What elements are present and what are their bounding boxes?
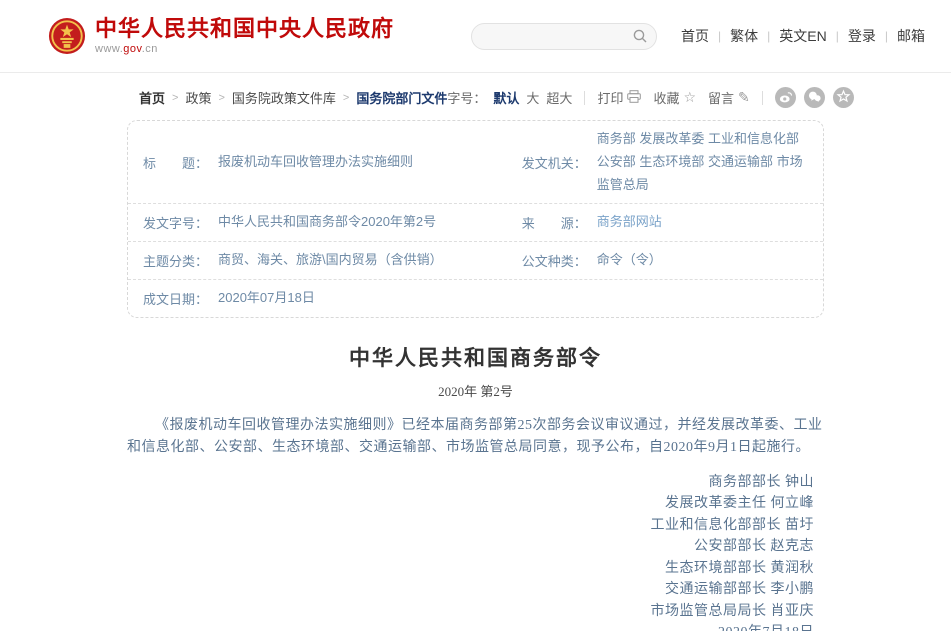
- signature-line: 生态环境部部长 黄润秋: [127, 558, 814, 580]
- site-header: 中华人民共和国中央人民政府 www.gov.cn 首页| 繁体| 英文EN| 登…: [0, 0, 951, 73]
- pencil-icon: ✎: [738, 89, 750, 106]
- document-body: 中华人民共和国商务部令 2020年 第2号 《报废机动车回收管理办法实施细则》已…: [127, 342, 824, 631]
- national-emblem-icon: [48, 17, 86, 55]
- table-row: 主题分类： 商贸、海关、旅游\国内贸易（含供销） 公文种类： 命令（令）: [128, 241, 823, 279]
- nav-link-english[interactable]: 英文EN: [779, 26, 826, 46]
- chevron-right-icon: >: [218, 92, 224, 104]
- weibo-icon: [778, 89, 793, 107]
- breadcrumb: 首页 > 政策 > 国务院政策文件库 > 国务院部门文件: [139, 88, 447, 107]
- breadcrumb-department-documents[interactable]: 国务院部门文件: [356, 88, 447, 107]
- meta-value-topic-category: 商贸、海关、旅游\国内贸易（含供销）: [218, 249, 443, 272]
- breadcrumb-policy[interactable]: 政策: [185, 88, 211, 107]
- signature-date: 2020年7月18日: [127, 622, 814, 631]
- site-logo[interactable]: 中华人民共和国中央人民政府 www.gov.cn: [48, 17, 394, 55]
- nav-link-home[interactable]: 首页: [681, 26, 709, 46]
- meta-label-issue-date: 成文日期：: [143, 289, 208, 308]
- wechat-icon: [807, 89, 822, 107]
- more-share-button[interactable]: [833, 87, 854, 108]
- signature-line: 市场监管总局局长 肖亚庆: [127, 601, 814, 623]
- meta-value-issue-date: 2020年07月18日: [218, 287, 315, 310]
- favorite-button[interactable]: 收藏 ☆: [653, 88, 696, 107]
- signature-line: 公安部部长 赵克志: [127, 536, 814, 558]
- wechat-share-button[interactable]: [804, 87, 825, 108]
- meta-label-doc-type: 公文种类：: [522, 251, 587, 270]
- comment-button[interactable]: 留言 ✎: [708, 88, 750, 107]
- document-meta-table: 标 题： 报废机动车回收管理办法实施细则 发文机关： 商务部 发展改革委 工业和…: [127, 120, 824, 318]
- signature-block: 商务部部长 钟山 发展改革委主任 何立峰 工业和信息化部部长 苗圩 公安部部长 …: [127, 472, 824, 631]
- doc-title: 中华人民共和国商务部令: [127, 342, 824, 372]
- meta-value-doc-number: 中华人民共和国商务部令2020年第2号: [218, 211, 436, 234]
- table-row: 发文字号： 中华人民共和国商务部令2020年第2号 来 源： 商务部网站: [128, 203, 823, 241]
- share-star-icon: [836, 89, 851, 107]
- chevron-right-icon: >: [343, 92, 349, 104]
- meta-label-source: 来 源：: [522, 213, 587, 232]
- printer-icon: [627, 90, 641, 106]
- signature-line: 交通运输部部长 李小鹏: [127, 579, 814, 601]
- search-icon[interactable]: [632, 28, 648, 49]
- chevron-right-icon: >: [172, 92, 178, 104]
- fontsize-xlarge[interactable]: 超大: [546, 88, 572, 107]
- signature-line: 商务部部长 钟山: [127, 472, 814, 494]
- nav-link-mail[interactable]: 邮箱: [897, 26, 925, 46]
- fontsize-control: 字号： 默认 大 超大: [447, 88, 572, 107]
- search-input[interactable]: [471, 23, 657, 50]
- breadcrumb-policy-library[interactable]: 国务院政策文件库: [232, 88, 336, 107]
- print-button[interactable]: 打印: [597, 88, 641, 107]
- site-title: 中华人民共和国中央人民政府: [95, 17, 394, 41]
- search-box: [471, 23, 657, 50]
- divider: [762, 91, 763, 105]
- nav-link-traditional[interactable]: 繁体: [730, 26, 758, 46]
- header-right: 首页| 繁体| 英文EN| 登录| 邮箱: [471, 23, 925, 50]
- meta-label-doc-number: 发文字号：: [143, 213, 208, 232]
- doc-paragraph: 《报废机动车回收管理办法实施细则》已经本届商务部第25次部务会议审议通过，并经发…: [127, 415, 824, 459]
- fontsize-label: 字号：: [447, 88, 486, 107]
- meta-value-issuing-agency: 商务部 发展改革委 工业和信息化部 公安部 生态环境部 交通运输部 市场监管总局: [597, 128, 811, 196]
- page-tools: 字号： 默认 大 超大 打印 收藏 ☆ 留言 ✎: [447, 87, 853, 108]
- nav-link-login[interactable]: 登录: [848, 26, 876, 46]
- signature-line: 工业和信息化部部长 苗圩: [127, 515, 814, 537]
- breadcrumb-home[interactable]: 首页: [139, 88, 165, 107]
- meta-source-link[interactable]: 商务部网站: [597, 211, 662, 234]
- top-nav: 首页| 繁体| 英文EN| 登录| 邮箱: [681, 26, 925, 46]
- meta-value-doc-type: 命令（令）: [597, 249, 662, 272]
- fontsize-default[interactable]: 默认: [493, 88, 519, 107]
- breadcrumb-toolbar-row: 首页 > 政策 > 国务院政策文件库 > 国务院部门文件 字号： 默认 大 超大 打印…: [127, 87, 824, 108]
- site-url: www.gov.cn: [95, 43, 394, 55]
- weibo-share-button[interactable]: [775, 87, 796, 108]
- signature-line: 发展改革委主任 何立峰: [127, 493, 814, 515]
- star-icon: ☆: [683, 89, 696, 106]
- table-row: 成文日期： 2020年07月18日: [128, 279, 823, 317]
- doc-number: 2020年 第2号: [127, 381, 824, 400]
- meta-label-topic-category: 主题分类：: [143, 251, 208, 270]
- meta-value-title: 报废机动车回收管理办法实施细则: [218, 151, 413, 174]
- divider: [584, 91, 585, 105]
- meta-label-issuing-agency: 发文机关：: [522, 153, 587, 172]
- table-row: 标 题： 报废机动车回收管理办法实施细则 发文机关： 商务部 发展改革委 工业和…: [128, 121, 823, 203]
- meta-label-title: 标 题：: [143, 153, 208, 172]
- fontsize-large[interactable]: 大: [526, 88, 539, 107]
